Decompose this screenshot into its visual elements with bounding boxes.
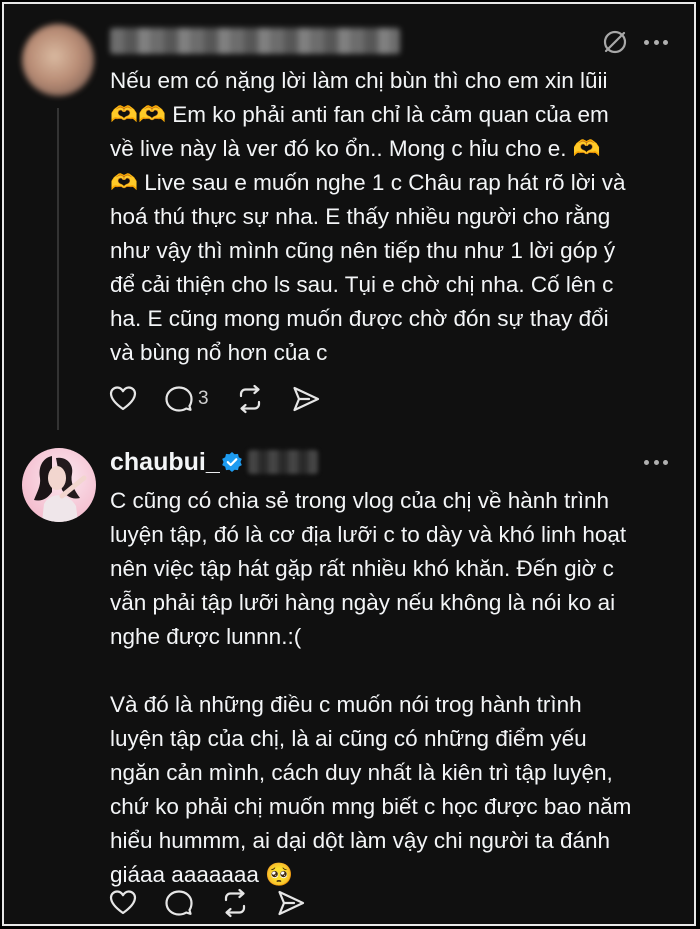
post-text: Nếu em có nặng lời làm chị bùn thì cho e… — [110, 68, 626, 365]
share-button[interactable] — [291, 384, 321, 414]
avatar[interactable] — [22, 24, 94, 96]
avatar[interactable] — [22, 448, 96, 522]
send-icon — [292, 386, 319, 412]
comment-icon — [165, 890, 193, 916]
reply-button[interactable]: 3 — [164, 384, 209, 414]
post-actions — [108, 888, 332, 918]
timestamp-redacted — [248, 450, 318, 474]
post-text: C cũng có chia sẻ trong vlog của chị về … — [110, 488, 632, 887]
like-button[interactable] — [108, 384, 138, 414]
more-horizontal-icon[interactable] — [644, 38, 668, 46]
comment-icon — [165, 386, 193, 412]
repost-button[interactable] — [220, 888, 250, 918]
heart-icon — [109, 890, 137, 915]
avatar-image — [34, 456, 87, 522]
translate-off-icon[interactable] — [601, 28, 629, 56]
share-button[interactable] — [276, 888, 306, 918]
reply-button[interactable] — [164, 888, 194, 918]
verified-badge-icon — [222, 452, 242, 472]
repost-button[interactable] — [235, 384, 265, 414]
thread-connector-line — [57, 108, 59, 430]
repost-icon — [239, 384, 260, 414]
send-icon — [278, 890, 305, 916]
post-actions: 3 — [108, 384, 347, 414]
heart-icon — [109, 386, 137, 411]
username[interactable]: chaubui_ — [110, 448, 220, 477]
reply-count: 3 — [198, 388, 209, 409]
repost-icon — [224, 888, 246, 918]
threads-frame: Nếu em có nặng lời làm chị bùn thì cho e… — [2, 2, 696, 926]
more-horizontal-icon[interactable] — [644, 458, 668, 466]
username-redacted[interactable] — [110, 28, 400, 54]
like-button[interactable] — [108, 888, 138, 918]
